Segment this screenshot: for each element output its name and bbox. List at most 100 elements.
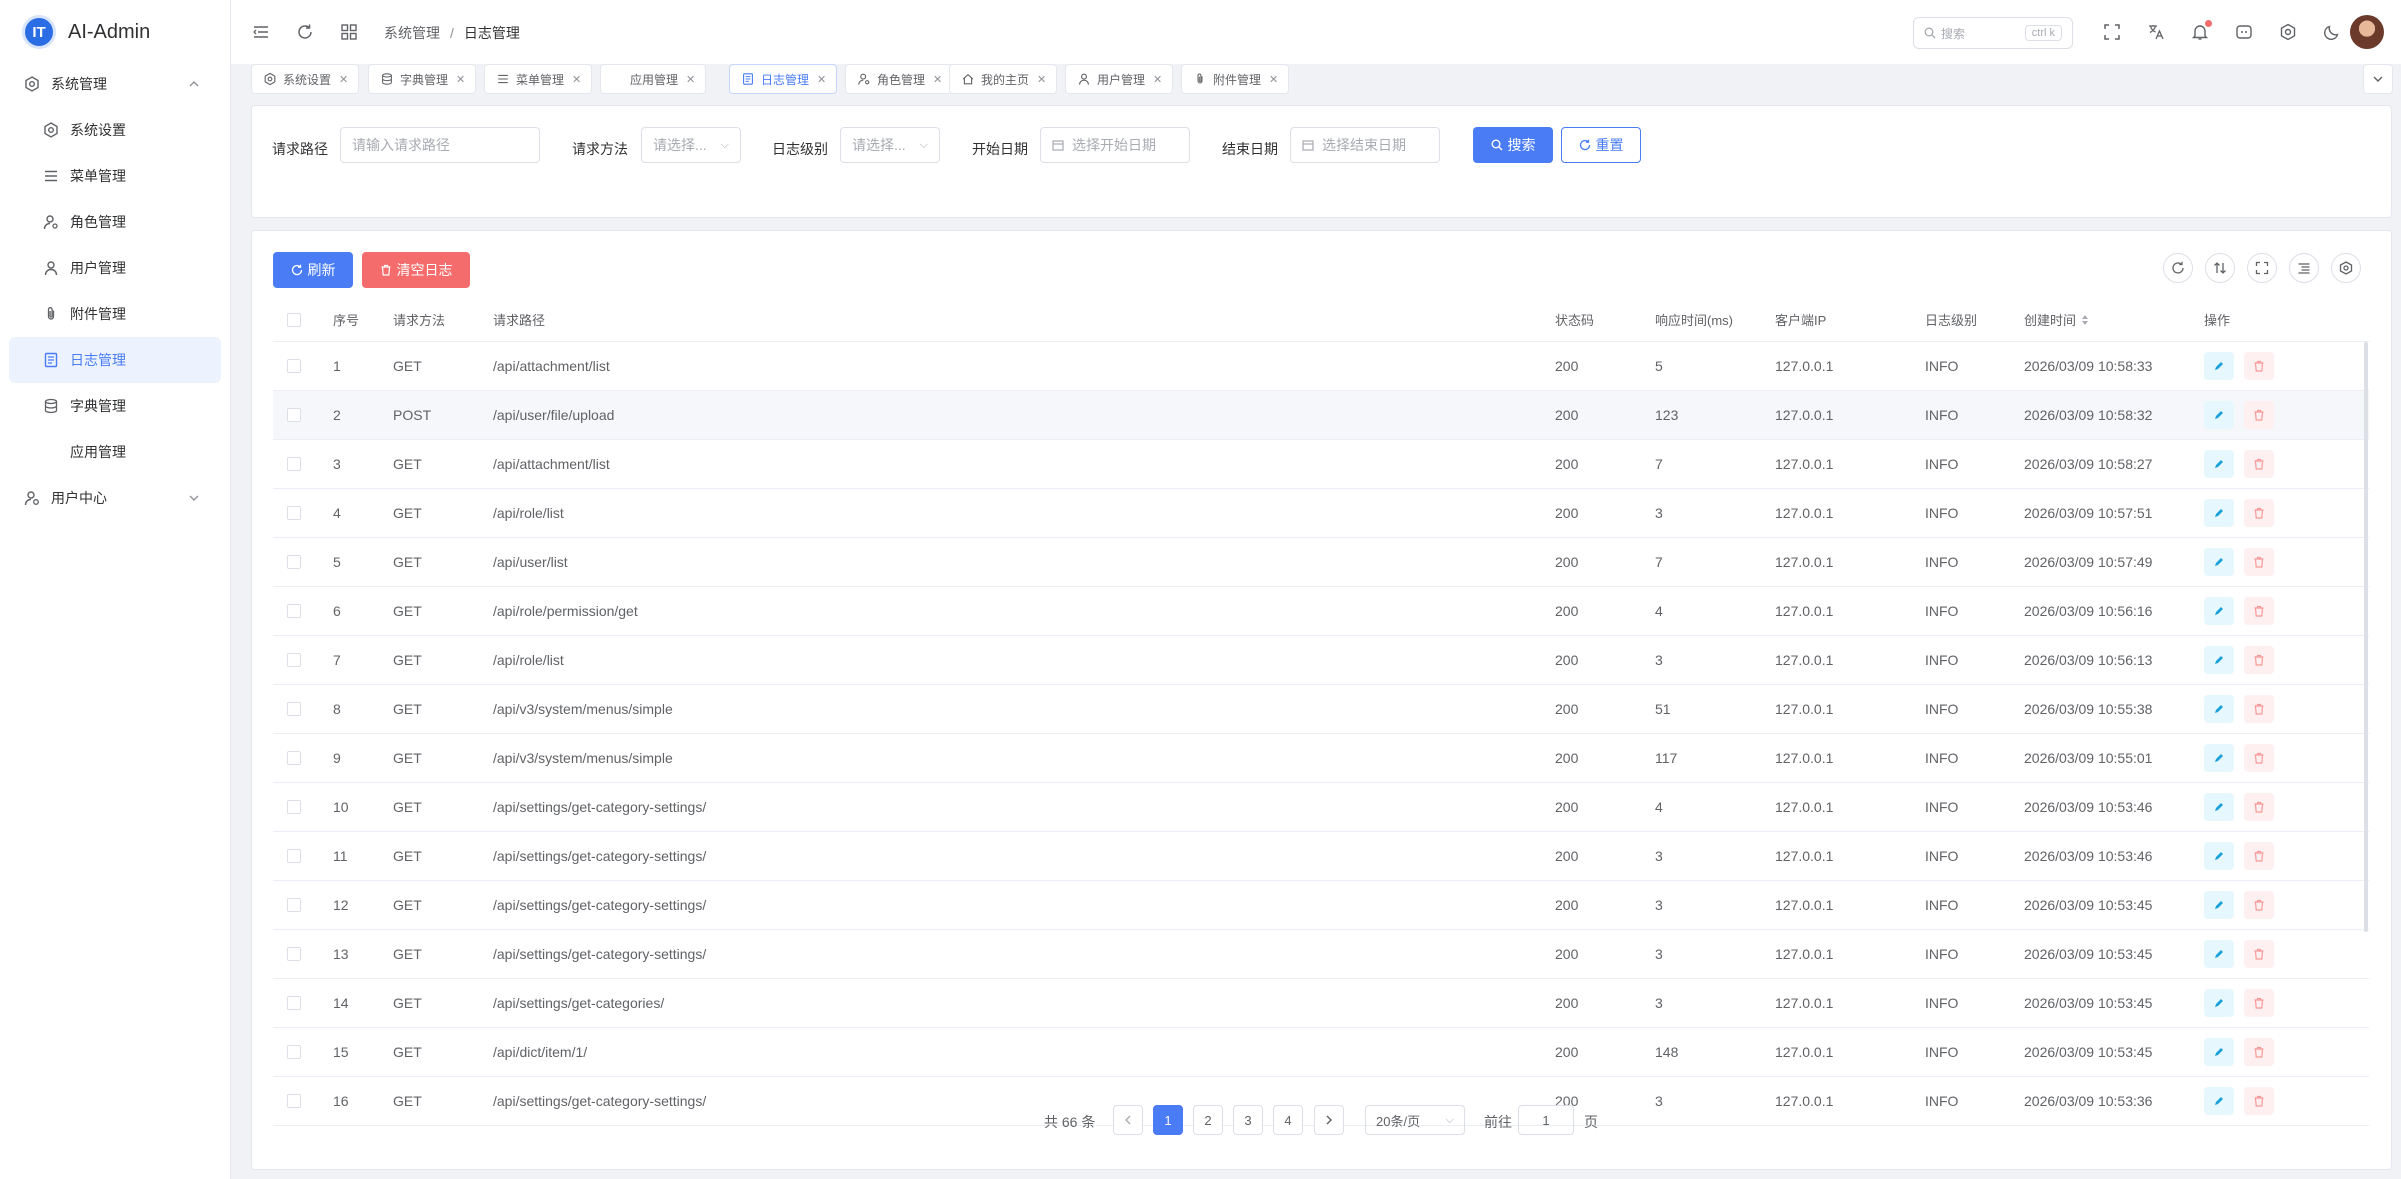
sidebar-group-user-center[interactable]: 用户中心 bbox=[0, 475, 230, 521]
edit-button[interactable] bbox=[2204, 842, 2234, 870]
edit-button[interactable] bbox=[2204, 793, 2234, 821]
refresh-icon[interactable] bbox=[295, 22, 315, 42]
delete-button[interactable] bbox=[2244, 744, 2274, 772]
sidebar-item[interactable]: 附件管理 bbox=[0, 291, 230, 337]
scrollbar-thumb[interactable] bbox=[2364, 342, 2368, 932]
grid-apps-icon[interactable] bbox=[339, 22, 359, 42]
table-row[interactable]: 6 GET/api/role/permission/get 200 4 127.0.0.… bbox=[273, 587, 2369, 636]
table-row[interactable]: 10 GET/api/settings/get-category-settings… bbox=[273, 783, 2369, 832]
tabs-more-button[interactable] bbox=[2363, 64, 2393, 94]
clear-logs-button[interactable]: 清空日志 bbox=[362, 252, 470, 288]
column-header-sortable[interactable]: 创建时间 bbox=[2024, 298, 2089, 341]
table-row[interactable]: 13 GET/api/settings/get-category-settings… bbox=[273, 930, 2369, 979]
edit-button[interactable] bbox=[2204, 940, 2234, 968]
delete-button[interactable] bbox=[2244, 352, 2274, 380]
reset-button[interactable]: 重置 bbox=[1561, 127, 1641, 163]
table-row[interactable]: 15 GET/api/dict/item/1/200 148 127.0.0.1 INF… bbox=[273, 1028, 2369, 1077]
row-checkbox[interactable] bbox=[287, 555, 301, 569]
close-icon[interactable]: ✕ bbox=[686, 73, 695, 86]
table-row[interactable]: 2 POST/api/user/file/upload 200 123 127.0.0.… bbox=[273, 391, 2369, 440]
edit-button[interactable] bbox=[2204, 401, 2234, 429]
delete-button[interactable] bbox=[2244, 695, 2274, 723]
end-date-input[interactable]: 选择结束日期 bbox=[1290, 127, 1440, 163]
search-button[interactable]: 搜索 bbox=[1473, 127, 1553, 163]
table-density-icon[interactable] bbox=[2289, 253, 2319, 283]
table-refresh-icon[interactable] bbox=[2163, 253, 2193, 283]
table-row[interactable]: 7 GET/api/role/list 200 3 127.0.0.1 INFO 2026/… bbox=[273, 636, 2369, 685]
edit-button[interactable] bbox=[2204, 989, 2234, 1017]
close-icon[interactable]: ✕ bbox=[339, 73, 348, 86]
tab[interactable]: 附件管理 ✕ bbox=[1181, 64, 1290, 94]
page-size-select[interactable]: 20条/页 ⌵ bbox=[1365, 1105, 1465, 1135]
moon-icon[interactable] bbox=[2322, 22, 2342, 42]
row-checkbox[interactable] bbox=[287, 996, 301, 1010]
translate-icon[interactable] bbox=[2146, 22, 2166, 42]
edit-button[interactable] bbox=[2204, 450, 2234, 478]
bell-icon[interactable] bbox=[2190, 20, 2212, 42]
close-icon[interactable]: ✕ bbox=[933, 73, 942, 86]
close-icon[interactable]: ✕ bbox=[572, 73, 581, 86]
row-checkbox[interactable] bbox=[287, 457, 301, 471]
row-checkbox[interactable] bbox=[287, 800, 301, 814]
row-checkbox[interactable] bbox=[287, 751, 301, 765]
table-row[interactable]: 5 GET/api/user/list 200 7 127.0.0.1 INFO 2026/… bbox=[273, 538, 2369, 587]
edit-button[interactable] bbox=[2204, 548, 2234, 576]
delete-button[interactable] bbox=[2244, 1038, 2274, 1066]
row-checkbox[interactable] bbox=[287, 653, 301, 667]
tab[interactable]: 应用管理 ✕ bbox=[600, 64, 707, 94]
table-row[interactable]: 9 GET/api/v3/system/menus/simple 200 117 127… bbox=[273, 734, 2369, 783]
tab[interactable]: 字典管理 ✕ bbox=[368, 64, 477, 94]
delete-button[interactable] bbox=[2244, 793, 2274, 821]
method-select[interactable]: 请选择... ⌵ bbox=[641, 127, 741, 163]
row-checkbox[interactable] bbox=[287, 702, 301, 716]
delete-button[interactable] bbox=[2244, 450, 2274, 478]
delete-button[interactable] bbox=[2244, 401, 2274, 429]
sidebar-group-system[interactable]: 系统管理 bbox=[0, 61, 230, 107]
chat-bot-icon[interactable] bbox=[2234, 22, 2254, 42]
row-checkbox[interactable] bbox=[287, 898, 301, 912]
refresh-button[interactable]: 刷新 bbox=[273, 252, 353, 288]
settings-icon[interactable] bbox=[2278, 22, 2298, 42]
delete-button[interactable] bbox=[2244, 842, 2274, 870]
close-icon[interactable]: ✕ bbox=[817, 73, 826, 86]
page-button[interactable]: 1 bbox=[1153, 1105, 1183, 1135]
collapse-menu-icon[interactable] bbox=[251, 22, 271, 42]
fullscreen-icon[interactable] bbox=[2102, 22, 2122, 42]
select-all-checkbox[interactable] bbox=[287, 312, 301, 327]
table-row[interactable]: 3 GET/api/attachment/list 200 7 127.0.0.1 INF… bbox=[273, 440, 2369, 489]
page-button[interactable]: 3 bbox=[1233, 1105, 1263, 1135]
edit-button[interactable] bbox=[2204, 597, 2234, 625]
goto-page-input[interactable]: 1 bbox=[1518, 1105, 1574, 1135]
tab[interactable]: 用户管理 ✕ bbox=[1065, 64, 1174, 94]
breadcrumb-item[interactable]: 系统管理 bbox=[384, 25, 440, 41]
close-icon[interactable]: ✕ bbox=[1153, 73, 1162, 86]
edit-button[interactable] bbox=[2204, 352, 2234, 380]
delete-button[interactable] bbox=[2244, 499, 2274, 527]
tab[interactable]: 我的主页 ✕ bbox=[949, 64, 1058, 94]
tab[interactable]: 角色管理 ✕ bbox=[845, 64, 954, 94]
sidebar-item[interactable]: 角色管理 bbox=[0, 199, 230, 245]
delete-button[interactable] bbox=[2244, 940, 2274, 968]
sidebar-item[interactable]: 用户管理 bbox=[0, 245, 230, 291]
edit-button[interactable] bbox=[2204, 695, 2234, 723]
sidebar-item[interactable]: 字典管理 bbox=[0, 383, 230, 429]
avatar[interactable] bbox=[2350, 15, 2384, 49]
table-sort-icon[interactable] bbox=[2205, 253, 2235, 283]
search-input[interactable]: 搜索 ctrl k bbox=[1913, 17, 2073, 49]
row-checkbox[interactable] bbox=[287, 359, 301, 373]
delete-button[interactable] bbox=[2244, 548, 2274, 576]
logo[interactable]: IT AI-Admin bbox=[0, 0, 230, 64]
edit-button[interactable] bbox=[2204, 646, 2234, 674]
table-row[interactable]: 8 GET/api/v3/system/menus/simple 200 51 127.… bbox=[273, 685, 2369, 734]
row-checkbox[interactable] bbox=[287, 947, 301, 961]
close-icon[interactable]: ✕ bbox=[1269, 73, 1278, 86]
sidebar-item[interactable]: 系统设置 bbox=[0, 107, 230, 153]
level-select[interactable]: 请选择... ⌵ bbox=[840, 127, 940, 163]
row-checkbox[interactable] bbox=[287, 408, 301, 422]
delete-button[interactable] bbox=[2244, 989, 2274, 1017]
prev-page-button[interactable] bbox=[1113, 1105, 1143, 1135]
edit-button[interactable] bbox=[2204, 891, 2234, 919]
edit-button[interactable] bbox=[2204, 499, 2234, 527]
table-row[interactable]: 1 GET/api/attachment/list 200 5 127.0.0.1 INF… bbox=[273, 342, 2369, 391]
delete-button[interactable] bbox=[2244, 597, 2274, 625]
